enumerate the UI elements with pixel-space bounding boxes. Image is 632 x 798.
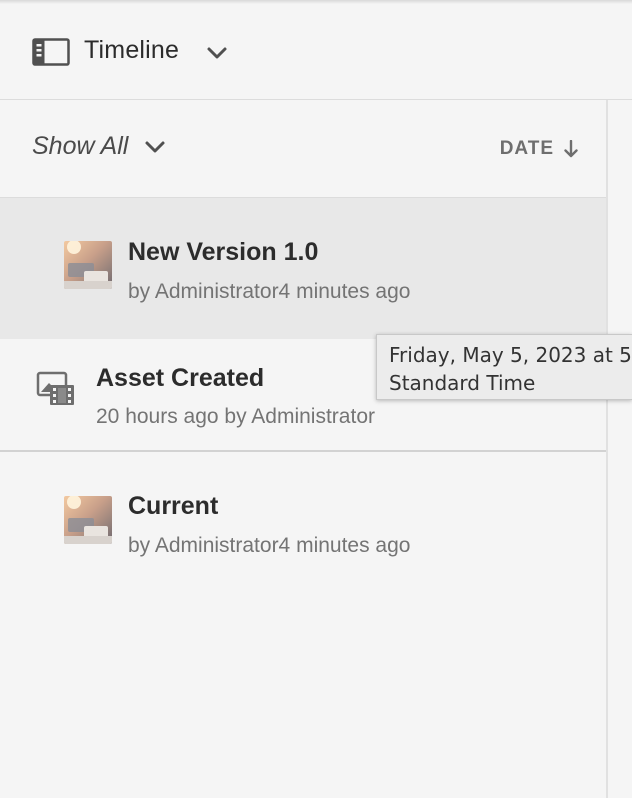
timeline-item-current[interactable]: Current by Administrator4 minutes ago — [0, 452, 606, 582]
timeline-panel: Timeline Show All DATE New Version 1.0 b… — [0, 0, 632, 798]
image-thumbnail-icon — [64, 496, 112, 544]
item-meta: 20 hours ago by Administrator — [96, 405, 375, 428]
item-meta: by Administrator4 minutes ago — [128, 534, 411, 557]
show-all-dropdown[interactable]: Show All — [32, 132, 166, 161]
rail-panel-icon — [32, 38, 70, 66]
item-title: New Version 1.0 — [128, 238, 319, 266]
sort-label: DATE — [499, 138, 554, 159]
item-title: Asset Created — [96, 364, 265, 392]
item-title: Current — [128, 492, 219, 520]
tooltip-line-1: Friday, May 5, 2023 at 5 — [389, 343, 632, 367]
item-meta: by Administrator4 minutes ago — [128, 280, 411, 303]
show-all-label: Show All — [32, 132, 129, 160]
panel-divider — [606, 100, 608, 798]
panel-title[interactable]: Timeline — [84, 36, 179, 65]
date-tooltip: Friday, May 5, 2023 at 5 Standard Time — [376, 334, 632, 400]
panel-header: Timeline — [0, 4, 632, 100]
sort-by-date-button[interactable]: DATE — [500, 138, 578, 160]
rail-toggle-button[interactable] — [32, 37, 70, 67]
filter-bar: Show All DATE — [0, 100, 606, 198]
chevron-down-icon[interactable] — [204, 40, 230, 66]
chevron-down-icon — [144, 140, 166, 154]
image-thumbnail-icon — [64, 241, 112, 289]
arrow-down-icon — [564, 140, 578, 158]
timeline-item-new-version[interactable]: New Version 1.0 by Administrator4 minute… — [0, 198, 606, 339]
asset-created-icon — [36, 369, 76, 414]
tooltip-line-2: Standard Time — [389, 371, 536, 395]
